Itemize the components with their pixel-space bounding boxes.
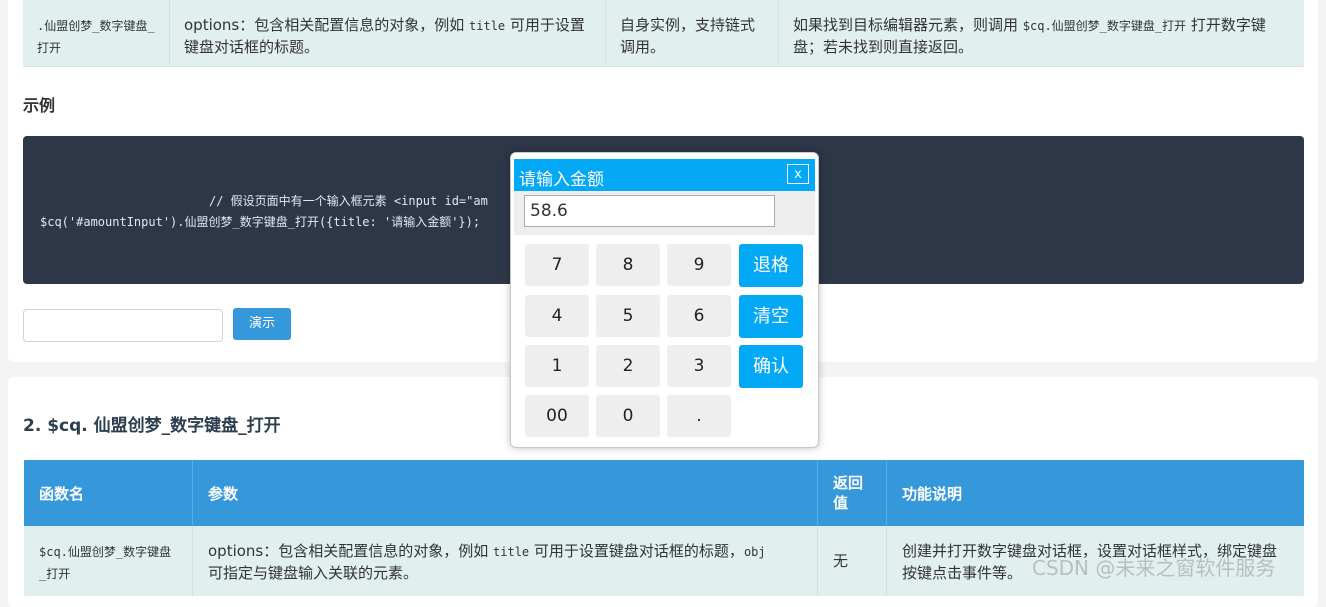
key-8[interactable]: 8	[596, 244, 660, 286]
key-dot[interactable]: .	[667, 395, 731, 437]
table-cell-function: .仙盟创梦_数字键盘_打开	[23, 0, 170, 66]
key-7[interactable]: 7	[525, 244, 589, 286]
table-cell-return: 自身实例，支持链式调用。	[606, 0, 779, 66]
return-text: 无	[833, 552, 849, 570]
key-5[interactable]: 5	[596, 295, 660, 337]
code-line: $cq('#amountInput').仙盟创梦_数字键盘_打开({title:…	[40, 215, 481, 229]
desc-text: 如果找到目标编辑器元素，则调用	[793, 16, 1023, 34]
dialog-titlebar: 请输入金额 x	[514, 159, 815, 191]
close-button[interactable]: x	[787, 164, 809, 184]
param-text: options：包含相关配置信息的对象，例如	[184, 16, 470, 34]
param-code: title	[469, 19, 506, 33]
example-title: 示例	[23, 96, 56, 115]
table-cell-return: 无	[818, 526, 887, 596]
dialog-title: 请输入金额	[519, 170, 604, 190]
desc-code: $cq.仙盟创梦_数字键盘_打开	[1022, 19, 1187, 33]
clear-button[interactable]: 清空	[739, 295, 803, 338]
header-function: 函数名	[24, 460, 193, 526]
function-name: $cq.仙盟创梦_数字键盘_打开	[39, 545, 172, 581]
table-cell-function: $cq.仙盟创梦_数字键盘_打开	[24, 526, 193, 596]
return-text: 自身实例，支持链式调用。	[620, 16, 756, 56]
key-9[interactable]: 9	[667, 244, 731, 286]
demo-button[interactable]: 演示	[233, 308, 291, 340]
watermark: CSDN @未来之窗软件服务	[1032, 556, 1276, 580]
header-desc: 功能说明	[902, 484, 963, 503]
key-4[interactable]: 4	[525, 295, 589, 337]
backspace-button[interactable]: 退格	[739, 244, 803, 287]
table-cell-desc: 如果找到目标编辑器元素，则调用 $cq.仙盟创梦_数字键盘_打开 打开数字键盘；…	[779, 0, 1304, 66]
confirm-button[interactable]: 确认	[739, 345, 803, 388]
key-2[interactable]: 2	[596, 345, 660, 387]
table-row: .仙盟创梦_数字键盘_打开 options：包含相关配置信息的对象，例如 tit…	[23, 0, 1304, 67]
param-text-2: 可用于设置键盘对话框的标题，	[529, 542, 744, 560]
function-name: .仙盟创梦_数字键盘_打开	[37, 19, 155, 55]
header-return: 返回值	[818, 460, 887, 526]
table-cell-params: options：包含相关配置信息的对象，例如 title 可用于设置键盘对话框的…	[170, 0, 606, 66]
header-return-label: 返回值	[833, 474, 864, 512]
key-1[interactable]: 1	[525, 345, 589, 387]
param-text: options：包含相关配置信息的对象，例如	[208, 542, 494, 560]
key-00[interactable]: 00	[525, 395, 589, 437]
param-code-2: obj	[743, 545, 766, 559]
table-cell-params: options：包含相关配置信息的对象，例如 title 可用于设置键盘对话框的…	[193, 526, 818, 596]
input-area: 58.6	[514, 191, 815, 235]
header-params: 参数	[193, 460, 818, 526]
key-0[interactable]: 0	[596, 395, 660, 437]
amount-input[interactable]: 58.6	[524, 195, 775, 227]
code-line: // 假设页面中有一个输入框元素 <input id="am	[209, 194, 488, 208]
key-6[interactable]: 6	[667, 295, 731, 337]
keypad-dialog: 请输入金额 x 58.6 7 8 9 退格 4 5 6 清空 1 2 3 确认 …	[510, 152, 819, 448]
key-3[interactable]: 3	[667, 345, 731, 387]
demo-input[interactable]	[23, 309, 223, 342]
table-header: 函数名 参数 返回值 功能说明	[24, 460, 1304, 526]
param-text-3: 可指定与键盘输入关联的元素。	[208, 564, 419, 582]
param-code: title	[493, 545, 530, 559]
section-heading: 2. $cq. 仙盟创梦_数字键盘_打开	[23, 416, 281, 436]
